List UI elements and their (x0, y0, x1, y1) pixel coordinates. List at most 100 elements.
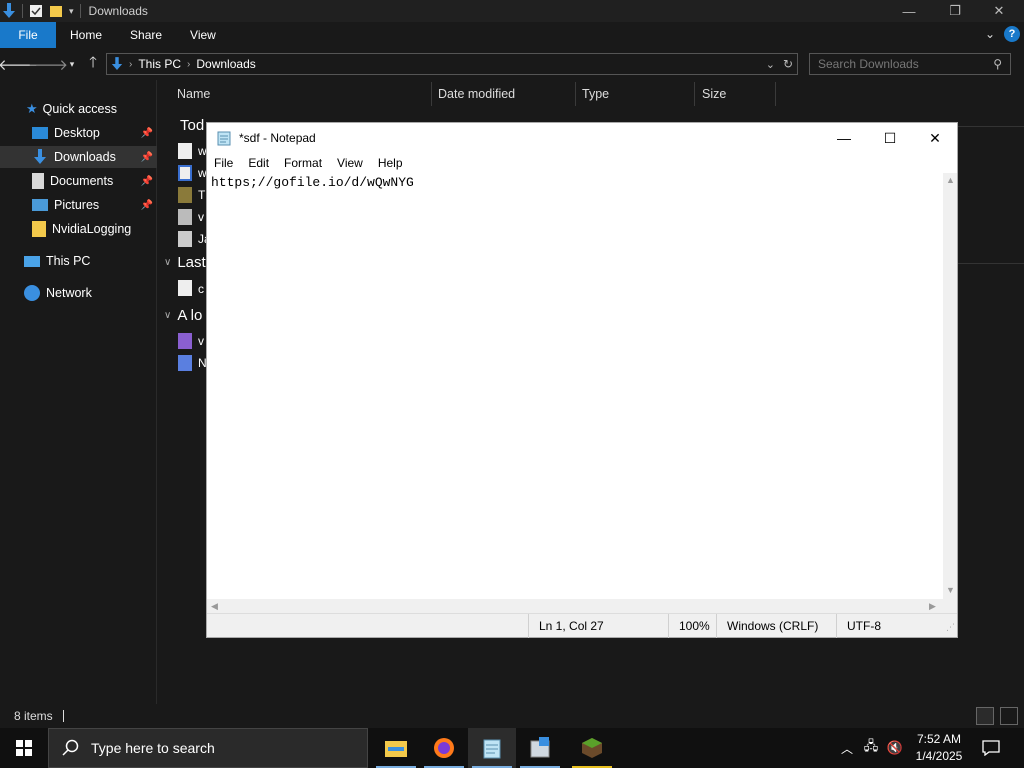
forward-button[interactable]: 🡒 (28, 54, 68, 74)
group-header-today[interactable]: Tod (180, 117, 204, 134)
volume-tray-button[interactable]: 🔇 (884, 728, 906, 768)
network-icon (24, 285, 40, 301)
tab-file[interactable]: File (0, 22, 56, 48)
customize-toolbar-chevron-icon[interactable]: ▾ (69, 6, 74, 17)
tab-view[interactable]: View (176, 22, 230, 48)
nav-label: Documents (50, 174, 114, 188)
breadcrumb-separator[interactable]: › (187, 59, 190, 70)
list-item[interactable]: T (198, 188, 205, 202)
nav-downloads[interactable]: Downloads 📌 (0, 146, 157, 168)
nav-desktop[interactable]: Desktop 📌 (0, 122, 157, 144)
list-item[interactable]: v (198, 334, 204, 348)
vertical-scrollbar[interactable]: ▲ ▼ (943, 173, 957, 599)
menu-file[interactable]: File (207, 156, 241, 170)
notepad-minimize-button[interactable]: — (821, 123, 867, 153)
scroll-down-arrow-icon[interactable]: ▼ (946, 585, 955, 595)
taskbar: ︿ 🖧 🔇 7:52 AM 1/4/2025 (0, 728, 1024, 768)
nav-documents[interactable]: Documents 📌 (0, 170, 157, 192)
navigation-pane: ★ Quick access Desktop 📌 Downloads 📌 Doc… (0, 80, 157, 704)
minimize-button[interactable]: — (886, 0, 932, 22)
taskbar-notepad[interactable] (468, 728, 516, 768)
taskbar-minecraft[interactable] (568, 728, 616, 768)
nav-network[interactable]: Network (0, 282, 157, 304)
taskbar-file-explorer[interactable] (372, 728, 420, 768)
group-label: Tod (180, 117, 205, 134)
menu-view[interactable]: View (330, 156, 371, 170)
nav-nvidialogging[interactable]: NvidiaLogging (0, 218, 157, 240)
taskbar-search-box[interactable] (48, 728, 368, 768)
column-divider[interactable] (575, 82, 576, 106)
menu-help[interactable]: Help (371, 156, 411, 170)
toolbar-divider (79, 4, 81, 18)
column-name[interactable]: Name (177, 80, 210, 108)
nav-this-pc[interactable]: This PC (0, 250, 157, 272)
action-center-button[interactable] (976, 728, 1006, 768)
window-title: Downloads (88, 4, 148, 18)
scroll-right-arrow-icon[interactable]: ▶ (929, 601, 936, 612)
column-size[interactable]: Size (702, 80, 726, 108)
large-icons-view-button[interactable] (1000, 707, 1018, 725)
column-divider[interactable] (431, 82, 432, 106)
breadcrumb-downloads[interactable]: Downloads (196, 57, 255, 71)
quick-access-toolbar: ▾ (0, 3, 81, 19)
menu-format[interactable]: Format (277, 156, 330, 170)
tab-share[interactable]: Share (116, 22, 176, 48)
list-item[interactable]: c (198, 282, 204, 296)
pin-icon: 📌 (140, 127, 153, 139)
new-folder-icon[interactable] (49, 4, 63, 18)
nav-quick-access[interactable]: ★ Quick access (0, 98, 157, 120)
up-button[interactable]: 🡑 (83, 54, 103, 74)
recent-locations-button[interactable]: ▾ (62, 54, 82, 74)
network-tray-button[interactable]: 🖧 (860, 728, 882, 768)
resize-grip-icon[interactable]: ⋰ (946, 622, 955, 633)
properties-icon[interactable] (29, 4, 43, 18)
search-box[interactable]: ⚲ (809, 53, 1011, 75)
column-divider[interactable] (694, 82, 695, 106)
collapse-chevron-icon[interactable]: ∨ (164, 310, 171, 321)
start-button[interactable] (0, 728, 48, 768)
expand-ribbon-chevron-icon[interactable]: ⌄ (985, 27, 995, 41)
desktop-icon (32, 127, 48, 139)
show-hidden-icons-button[interactable]: ︿ (836, 728, 858, 768)
taskbar-firefox[interactable] (420, 728, 468, 768)
breadcrumb-this-pc[interactable]: This PC (138, 57, 181, 71)
notepad-close-button[interactable]: ✕ (912, 123, 958, 153)
star-icon: ★ (26, 101, 38, 116)
taskbar-installer[interactable] (516, 728, 564, 768)
notepad-maximize-button[interactable]: ☐ (867, 123, 913, 153)
refresh-icon[interactable]: ↻ (783, 57, 793, 71)
search-input[interactable] (810, 57, 980, 71)
group-header-long-ago[interactable]: ∨ A lo (164, 307, 202, 324)
address-bar[interactable]: › This PC › Downloads ⌄ ↻ (106, 53, 798, 75)
clock[interactable]: 7:52 AM 1/4/2025 (908, 731, 970, 765)
line-ending: Windows (CRLF) (716, 614, 836, 638)
encoding: UTF-8 (836, 614, 957, 638)
documents-icon (32, 173, 44, 189)
ribbon-tabs: File Home Share View ⌄ ? (0, 22, 1024, 48)
visual-studio-icon (178, 333, 192, 349)
details-view-button[interactable] (976, 707, 994, 725)
close-button[interactable]: ✕ (976, 0, 1022, 22)
breadcrumb-separator[interactable]: › (129, 59, 132, 70)
notepad-menu-bar: File Edit Format View Help (207, 153, 957, 173)
back-button[interactable]: 🡐 (0, 54, 38, 74)
notepad-titlebar[interactable]: *sdf - Notepad — ☐ ✕ (207, 123, 957, 153)
horizontal-scrollbar[interactable]: ◀ ▶ (207, 599, 943, 613)
group-header-last[interactable]: ∨ Last (164, 254, 206, 271)
column-divider[interactable] (775, 82, 776, 106)
taskbar-search-input[interactable] (91, 740, 351, 756)
column-type[interactable]: Type (582, 80, 609, 108)
tab-home[interactable]: Home (56, 22, 116, 48)
list-item[interactable]: v (198, 210, 204, 224)
help-icon[interactable]: ? (1004, 26, 1020, 42)
notepad-text-area[interactable]: https;//gofile.io/d/wQwNYG (207, 173, 943, 599)
collapse-chevron-icon[interactable]: ∨ (164, 257, 171, 268)
address-dropdown-chevron-icon[interactable]: ⌄ (766, 58, 775, 71)
restore-button[interactable]: ❐ (932, 0, 978, 22)
column-date-modified[interactable]: Date modified (438, 80, 515, 108)
scroll-up-arrow-icon[interactable]: ▲ (946, 175, 955, 185)
scroll-left-arrow-icon[interactable]: ◀ (211, 601, 218, 612)
volume-muted-icon: 🔇 (886, 740, 904, 755)
menu-edit[interactable]: Edit (241, 156, 277, 170)
nav-pictures[interactable]: Pictures 📌 (0, 194, 157, 216)
